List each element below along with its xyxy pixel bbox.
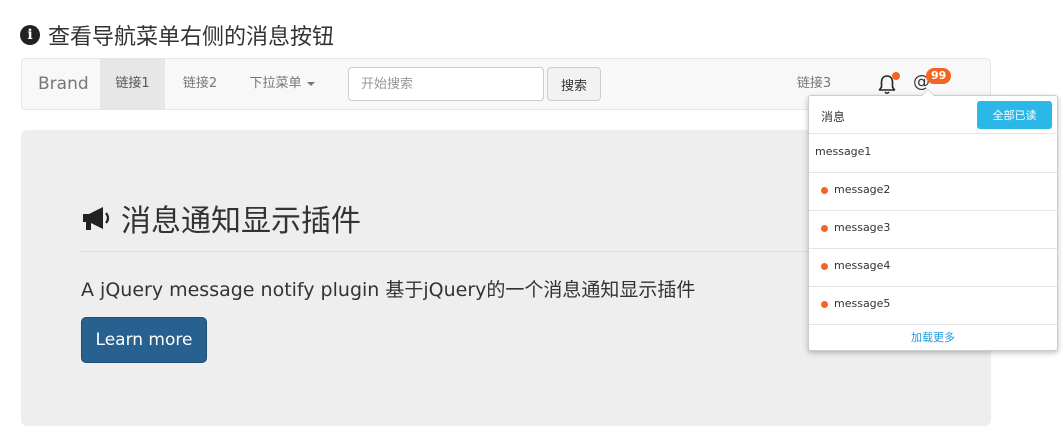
dropdown-menu-toggle[interactable]: 下拉菜单 xyxy=(237,59,327,109)
unread-dot-icon xyxy=(821,225,828,232)
unread-dot-icon xyxy=(821,187,828,194)
mention-count-badge: 99 xyxy=(926,68,952,84)
page-title: i 查看导航菜单右侧的消息按钮 xyxy=(20,20,334,50)
jumbotron-heading-text: 消息通知显示插件 xyxy=(121,204,361,239)
jumbotron-heading: 消息通知显示插件 xyxy=(81,196,361,240)
dropdown-arrow xyxy=(921,89,935,96)
learn-more-button[interactable]: Learn more xyxy=(81,317,207,363)
message-text: message2 xyxy=(834,183,891,196)
message-text: message3 xyxy=(834,221,891,234)
nav-link-2[interactable]: 链接2 xyxy=(169,59,231,109)
message-text: message4 xyxy=(834,259,891,272)
message-text: message1 xyxy=(815,145,872,158)
megaphone-icon xyxy=(83,207,110,230)
unread-dot-icon xyxy=(821,263,828,270)
mark-all-read-button[interactable]: 全部已读 xyxy=(977,101,1052,129)
search-input[interactable] xyxy=(348,67,544,101)
unread-dot-icon xyxy=(821,301,828,308)
notifications-header: 消息 全部已读 xyxy=(809,96,1057,134)
message-item[interactable]: message3 xyxy=(809,211,1057,249)
message-item[interactable]: message2 xyxy=(809,173,1057,211)
bell-unread-dot xyxy=(892,72,900,80)
page-title-text: 查看导航菜单右侧的消息按钮 xyxy=(48,25,335,50)
caret-down-icon xyxy=(306,81,315,86)
info-icon: i xyxy=(20,25,40,45)
message-text: message5 xyxy=(834,297,891,310)
divider xyxy=(81,251,871,252)
dropdown-menu-label: 下拉菜单 xyxy=(249,76,302,91)
page: i 查看导航菜单右侧的消息按钮 Brand 链接1 链接2 下拉菜单 搜索 链接… xyxy=(0,0,1063,443)
jumbotron-description: A jQuery message notify plugin 基于jQuery的… xyxy=(81,279,696,301)
message-item[interactable]: message5 xyxy=(809,287,1057,325)
search-button[interactable]: 搜索 xyxy=(547,67,601,101)
message-item[interactable]: message4 xyxy=(809,249,1057,287)
notifications-dropdown: 消息 全部已读 message1 message2 message3 messa… xyxy=(808,89,1058,351)
brand-link[interactable]: Brand xyxy=(38,59,89,109)
notifications-title: 消息 xyxy=(821,110,846,124)
load-more-link[interactable]: 加载更多 xyxy=(809,329,1057,345)
message-item[interactable]: message1 xyxy=(809,135,1057,173)
nav-link-1[interactable]: 链接1 xyxy=(100,59,165,109)
